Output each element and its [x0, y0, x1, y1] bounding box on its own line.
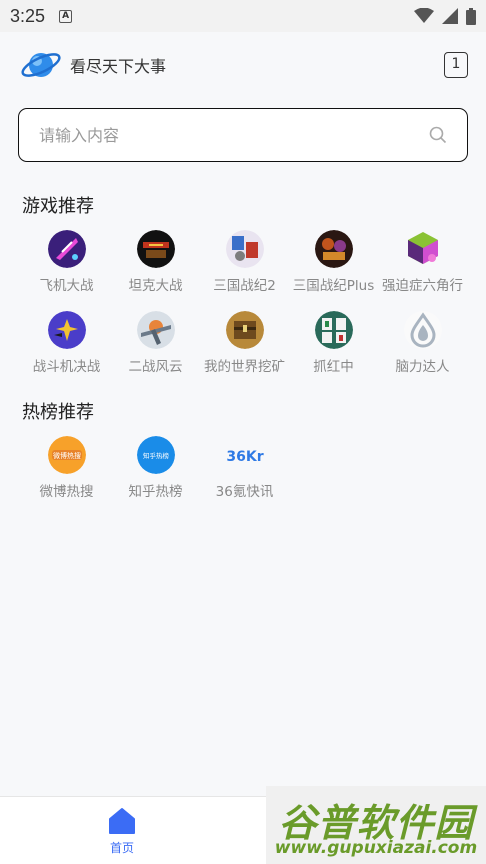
planet-logo-icon [21, 53, 61, 77]
game-item-label: 我的世界挖矿 [204, 359, 285, 375]
search-icon[interactable] [429, 126, 447, 144]
game-item-label: 坦克大战 [128, 278, 183, 294]
hot-item-zhihu[interactable]: 知乎热榜 知乎热榜 [111, 432, 200, 513]
weibo-hot-icon: 微博热搜 [47, 436, 86, 474]
hot-item-label: 知乎热榜 [128, 484, 183, 500]
36kr-icon-text: 36Kr [226, 449, 263, 465]
game-item-label: 脑力达人 [395, 359, 450, 375]
search-bar[interactable] [18, 108, 468, 162]
fighter-duel-icon [47, 311, 86, 349]
notification-a-icon: A [59, 9, 73, 23]
wifi-icon [414, 8, 434, 23]
sanguo-2-icon [225, 230, 264, 268]
ww2-plane-icon [136, 311, 175, 349]
nav-home-label: 首页 [109, 841, 134, 855]
hexagon-puzzle-icon [407, 232, 438, 264]
game-item-ww2[interactable]: 二战风云 [111, 307, 200, 388]
hot-item-label: 微博热搜 [39, 484, 94, 500]
app-title: 看尽天下大事 [70, 57, 167, 76]
plane-war-icon [47, 230, 86, 268]
hot-item-36kr[interactable]: 36Kr 36氪快讯 [200, 432, 289, 513]
status-time: 3:25 [10, 5, 46, 26]
game-item-sanguo-plus[interactable]: 三国战纪Plus [289, 226, 378, 307]
game-item-fighter-duel[interactable]: 战斗机决战 [22, 307, 111, 388]
hot-item-label: 36氪快讯 [215, 484, 274, 500]
zhihu-hot-icon: 知乎热榜 [136, 436, 175, 474]
game-item-zhuahongzhong[interactable]: 抓红中 [289, 307, 378, 388]
game-item-label: 强迫症六角行 [382, 278, 463, 294]
status-bar: 3:25 A [0, 0, 486, 32]
watermark-url: www.gupuxiazai.com [274, 838, 478, 858]
36kr-icon: 36Kr [226, 449, 263, 465]
search-input[interactable] [39, 125, 429, 145]
game-item-label: 三国战纪Plus [292, 278, 375, 294]
zhihu-icon-text: 知乎热榜 [143, 451, 170, 460]
tab-count-button[interactable]: 1 [444, 52, 468, 78]
hot-section-title: 热榜推荐 [22, 402, 94, 423]
game-item-label: 抓红中 [313, 359, 354, 375]
game-item-minecraft-mining[interactable]: 我的世界挖矿 [200, 307, 289, 388]
game-item-tank-war[interactable]: 坦克大战 [111, 226, 200, 307]
watermark: 谷普软件园 www.gupuxiazai.com [266, 786, 486, 864]
game-item-label: 飞机大战 [39, 278, 94, 294]
hot-item-weibo[interactable]: 微博热搜 微博热搜 [22, 432, 111, 513]
game-item-sanguo-2[interactable]: 三国战纪2 [200, 226, 289, 307]
hot-grid: 微博热搜 微博热搜 知乎热榜 知乎热榜 36Kr 36氪快讯 [0, 432, 486, 513]
game-item-label: 三国战纪2 [213, 278, 276, 294]
tank-war-icon [136, 230, 175, 268]
app-header: 看尽天下大事 1 [0, 32, 486, 98]
game-item-plane-war[interactable]: 飞机大战 [22, 226, 111, 307]
game-item-hexagon[interactable]: 强迫症六角行 [378, 226, 467, 307]
mining-chest-icon [225, 311, 264, 349]
signal-icon [442, 8, 458, 24]
mahjong-tiles-icon [314, 311, 353, 349]
sanguo-plus-icon [314, 230, 353, 268]
nav-home-tab[interactable]: 首页 [100, 807, 144, 856]
game-item-label: 二战风云 [128, 359, 183, 375]
game-item-brain-master[interactable]: 脑力达人 [378, 307, 467, 388]
battery-icon [466, 7, 476, 25]
weibo-icon-text: 微博热搜 [53, 451, 81, 460]
game-item-label: 战斗机决战 [32, 359, 101, 375]
games-section-title: 游戏推荐 [22, 196, 94, 217]
home-icon [109, 808, 135, 834]
brain-drop-icon [403, 311, 442, 349]
games-grid: 飞机大战 坦克大战 三国战纪2 三国战纪Plus 强迫症六角行 战斗机决战 二战… [0, 226, 486, 388]
